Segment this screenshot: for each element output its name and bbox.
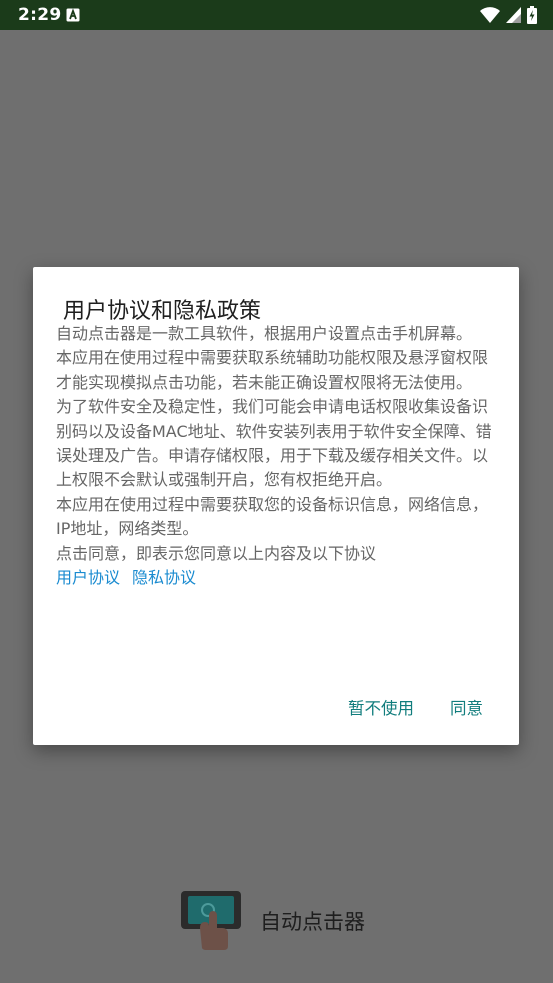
agree-button[interactable]: 同意 [450, 695, 483, 719]
privacy-policy-link[interactable]: 隐私协议 [132, 566, 196, 590]
battery-charging-icon [527, 6, 537, 24]
status-bar: 2:29 [0, 0, 553, 30]
dialog-body: 自动点击器是一款工具软件，根据用户设置点击手机屏幕。 本应用在使用过程中需要获取… [56, 322, 496, 590]
dialog-paragraph: 点击同意，即表示您同意以上内容及以下协议 [56, 543, 377, 563]
dialog-title: 用户协议和隐私政策 [63, 299, 262, 324]
status-icons [480, 6, 537, 24]
app-name: 自动点击器 [260, 910, 365, 934]
cell-signal-icon [506, 7, 521, 23]
dialog-paragraph: 自动点击器是一款工具软件，根据用户设置点击手机屏幕。 [56, 324, 473, 343]
user-agreement-link[interactable]: 用户协议 [56, 566, 120, 590]
dialog-actions: 暂不使用 同意 [348, 695, 483, 719]
dialog-paragraph: 为了软件安全及稳定性，我们可能会申请电话权限收集设备识别码以及设备MAC地址、软… [56, 397, 492, 490]
privacy-dialog: 用户协议和隐私政策 自动点击器是一款工具软件，根据用户设置点击手机屏幕。 本应用… [33, 267, 519, 745]
dialog-paragraph: 本应用在使用过程中需要获取您的设备标识信息，网络信息，IP地址，网络类型。 [56, 494, 489, 539]
app-brand: 自动点击器 [178, 888, 365, 954]
status-time: 2:29 [18, 5, 62, 25]
wifi-icon [480, 6, 500, 23]
dialog-paragraph: 本应用在使用过程中需要获取系统辅助功能权限及悬浮窗权限才能实现模拟点击功能，若未… [56, 348, 489, 392]
decline-button[interactable]: 暂不使用 [348, 695, 414, 719]
notification-a-icon [66, 8, 80, 22]
app-logo-icon [178, 888, 244, 954]
agreement-links: 用户协议 隐私协议 [56, 566, 496, 590]
